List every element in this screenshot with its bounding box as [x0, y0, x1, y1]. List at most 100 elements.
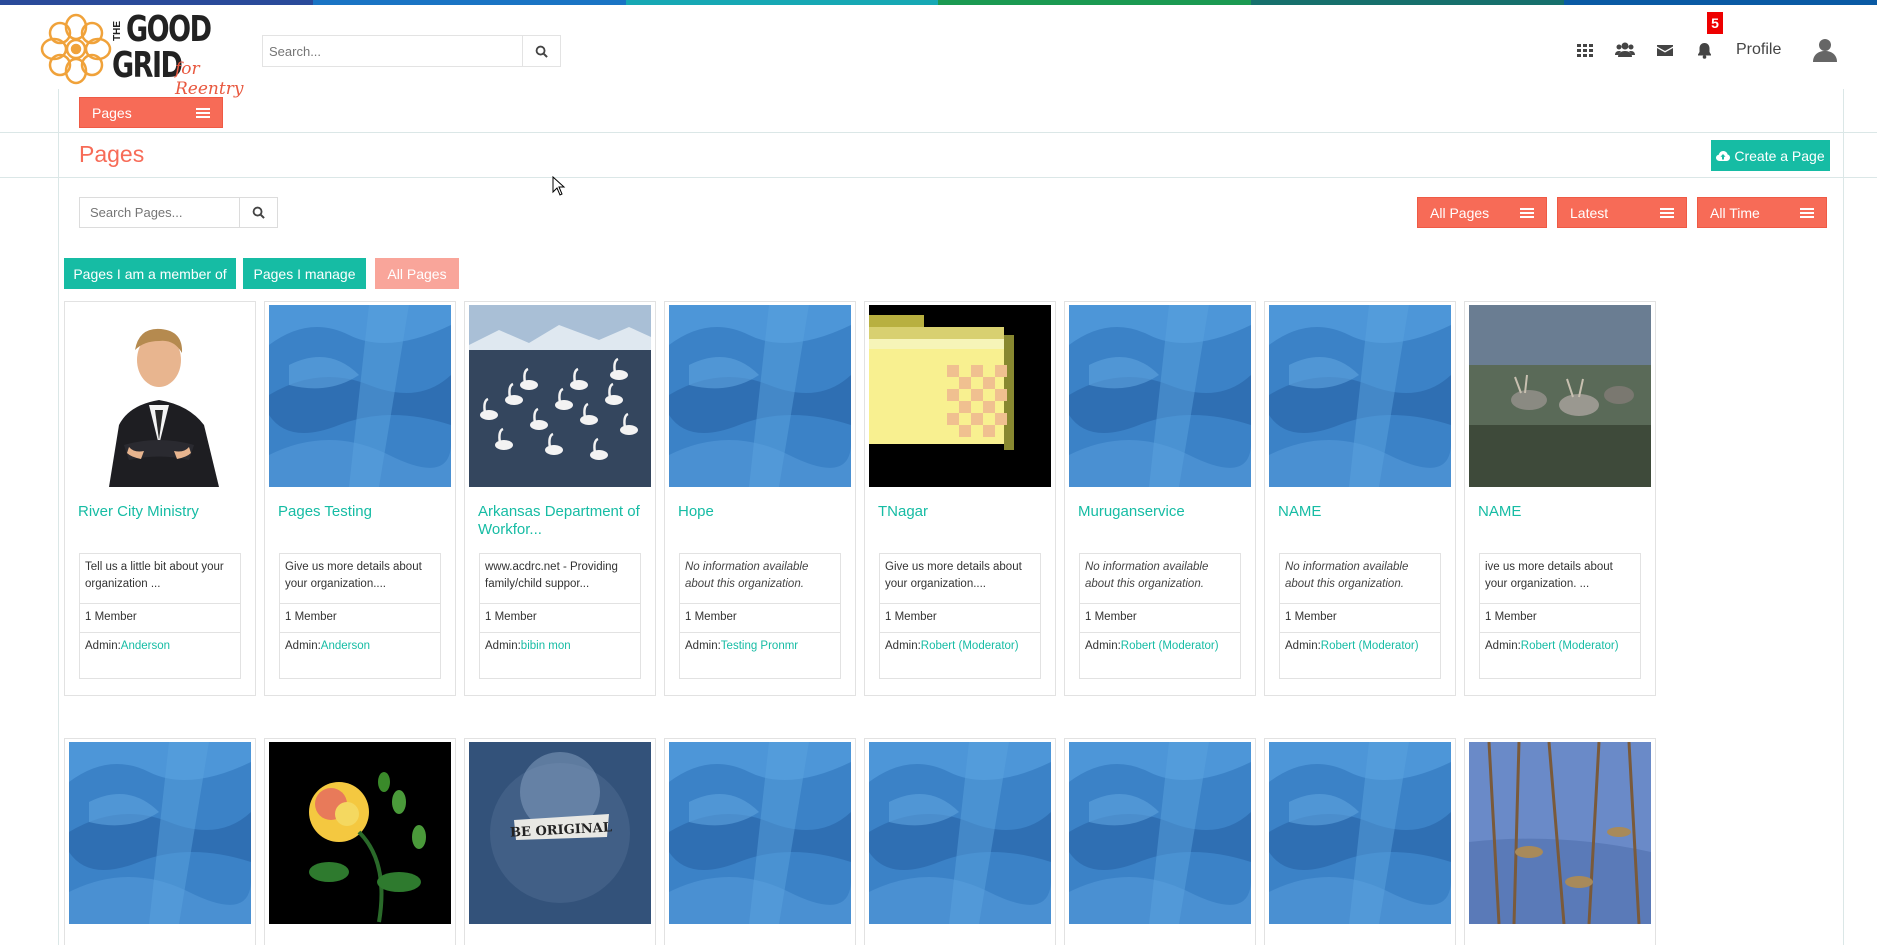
page-card[interactable]: [1264, 738, 1456, 945]
admin-name-link[interactable]: Robert (Moderator): [1121, 640, 1219, 652]
page-card[interactable]: Muruganservice No information available …: [1064, 301, 1256, 696]
page-card-image[interactable]: [269, 305, 451, 487]
create-page-button[interactable]: Create a Page: [1711, 140, 1830, 171]
pages-menu-dropdown[interactable]: Pages: [79, 97, 223, 128]
page-card-title[interactable]: Arkansas Department of Workfor...: [478, 503, 650, 539]
page-card-admin: Admin:bibin mon: [480, 633, 640, 659]
page-card-info: www.acdrc.net - Providing family/child s…: [479, 553, 641, 679]
page-card-title[interactable]: Hope: [678, 503, 850, 521]
page-card[interactable]: BE ORIGINAL: [464, 738, 656, 945]
divider: [0, 132, 1877, 133]
menu-lines-icon: [1800, 207, 1814, 218]
search-pages-button[interactable]: [239, 198, 277, 227]
apps-grid-icon[interactable]: [1576, 41, 1596, 61]
filter-all-pages-dropdown[interactable]: All Pages: [1417, 197, 1547, 228]
admin-label: Admin:: [285, 640, 321, 652]
page-card-members: 1 Member: [1280, 604, 1440, 633]
admin-name-link[interactable]: Anderson: [321, 640, 370, 652]
content-border-left: [58, 89, 59, 945]
page-card-description: No information available about this orga…: [1080, 554, 1240, 604]
page-card[interactable]: Arkansas Department of Workfor... www.ac…: [464, 301, 656, 696]
page-card-image[interactable]: [1269, 305, 1451, 487]
page-card-description: ive us more details about your organizat…: [1480, 554, 1640, 604]
page-card-title[interactable]: Pages Testing: [278, 503, 450, 521]
page-card-image[interactable]: [469, 305, 651, 487]
admin-name-link[interactable]: Anderson: [121, 640, 170, 652]
user-avatar-icon[interactable]: [1812, 37, 1838, 63]
page-card[interactable]: [864, 738, 1056, 945]
page-card-title[interactable]: NAME: [1478, 503, 1650, 521]
admin-label: Admin:: [885, 640, 921, 652]
page-card-image[interactable]: [669, 742, 851, 924]
page-card-title[interactable]: Muruganservice: [1078, 503, 1250, 521]
page-card-image[interactable]: [1069, 305, 1251, 487]
page-card-image[interactable]: [69, 305, 251, 487]
page-card[interactable]: [1464, 738, 1656, 945]
default-page-image: [1269, 742, 1451, 924]
page-card-title[interactable]: NAME: [1278, 503, 1450, 521]
page-card[interactable]: Hope No information available about this…: [664, 301, 856, 696]
users-icon[interactable]: [1615, 41, 1635, 61]
page-card-title[interactable]: TNagar: [878, 503, 1050, 521]
page-card-image[interactable]: [69, 742, 251, 924]
page-card-members: 1 Member: [880, 604, 1040, 633]
admin-name-link[interactable]: Testing Pronmr: [721, 640, 798, 652]
pages-menu-label: Pages: [92, 104, 132, 121]
default-page-image: [1269, 305, 1451, 487]
page-card-image[interactable]: BE ORIGINAL: [469, 742, 651, 924]
page-card[interactable]: Pages Testing Give us more details about…: [264, 301, 456, 696]
birds-photo: [1469, 742, 1651, 924]
logo-tagline: for Reentry: [175, 59, 244, 99]
page-card[interactable]: [664, 738, 856, 945]
page-card[interactable]: [1064, 738, 1256, 945]
default-page-image: [669, 742, 851, 924]
page-card[interactable]: TNagar Give us more details about your o…: [864, 301, 1056, 696]
page-card-image[interactable]: [1069, 742, 1251, 924]
default-page-image: [69, 742, 251, 924]
page-card-image[interactable]: [669, 305, 851, 487]
tab-pages-member-of[interactable]: Pages I am a member of: [64, 258, 236, 289]
page-card-description: No information available about this orga…: [1280, 554, 1440, 604]
bell-icon[interactable]: [1696, 41, 1716, 61]
page-card[interactable]: [264, 738, 456, 945]
page-card-image[interactable]: [269, 742, 451, 924]
site-logo[interactable]: THE GOOD GRID for Reentry: [40, 11, 258, 99]
page-card-title[interactable]: River City Ministry: [78, 503, 250, 521]
page-card-image[interactable]: [869, 305, 1051, 487]
profile-link[interactable]: Profile: [1736, 41, 1781, 59]
page-card-description: www.acdrc.net - Providing family/child s…: [480, 554, 640, 604]
menu-lines-icon: [1660, 207, 1674, 218]
menu-lines-icon: [1520, 207, 1534, 218]
rose-photo: [269, 742, 451, 924]
global-search-input[interactable]: [263, 36, 521, 66]
page-card-image[interactable]: [869, 742, 1051, 924]
page-card-image[interactable]: [1269, 742, 1451, 924]
admin-label: Admin:: [485, 640, 521, 652]
admin-name-link[interactable]: Robert (Moderator): [1521, 640, 1619, 652]
mail-icon[interactable]: [1656, 41, 1676, 61]
global-search-button[interactable]: [522, 36, 560, 66]
admin-label: Admin:: [685, 640, 721, 652]
search-pages-input[interactable]: [80, 198, 240, 227]
admin-name-link[interactable]: Robert (Moderator): [921, 640, 1019, 652]
filter-latest-dropdown[interactable]: Latest: [1557, 197, 1687, 228]
logo-grid: GRID: [112, 45, 183, 86]
page-card-image[interactable]: [1469, 305, 1651, 487]
page-card[interactable]: River City Ministry Tell us a little bit…: [64, 301, 256, 696]
page-card[interactable]: [64, 738, 256, 945]
page-title: Pages: [79, 141, 145, 167]
tab-all-pages[interactable]: All Pages: [375, 258, 459, 289]
page-card-image[interactable]: [1469, 742, 1651, 924]
page-card-admin: Admin:Robert (Moderator): [1280, 633, 1440, 659]
logo-the: THE: [112, 21, 123, 41]
default-page-image: [669, 305, 851, 487]
filter-all-time-dropdown[interactable]: All Time: [1697, 197, 1827, 228]
page-card-members: 1 Member: [280, 604, 440, 633]
tab-pages-i-manage[interactable]: Pages I manage: [243, 258, 366, 289]
cloud-upload-icon: [1716, 150, 1731, 161]
page-card[interactable]: NAME No information available about this…: [1264, 301, 1456, 696]
page-card-info: Give us more details about your organiza…: [879, 553, 1041, 679]
page-card[interactable]: NAME ive us more details about your orga…: [1464, 301, 1656, 696]
admin-name-link[interactable]: Robert (Moderator): [1321, 640, 1419, 652]
admin-name-link[interactable]: bibin mon: [521, 640, 571, 652]
